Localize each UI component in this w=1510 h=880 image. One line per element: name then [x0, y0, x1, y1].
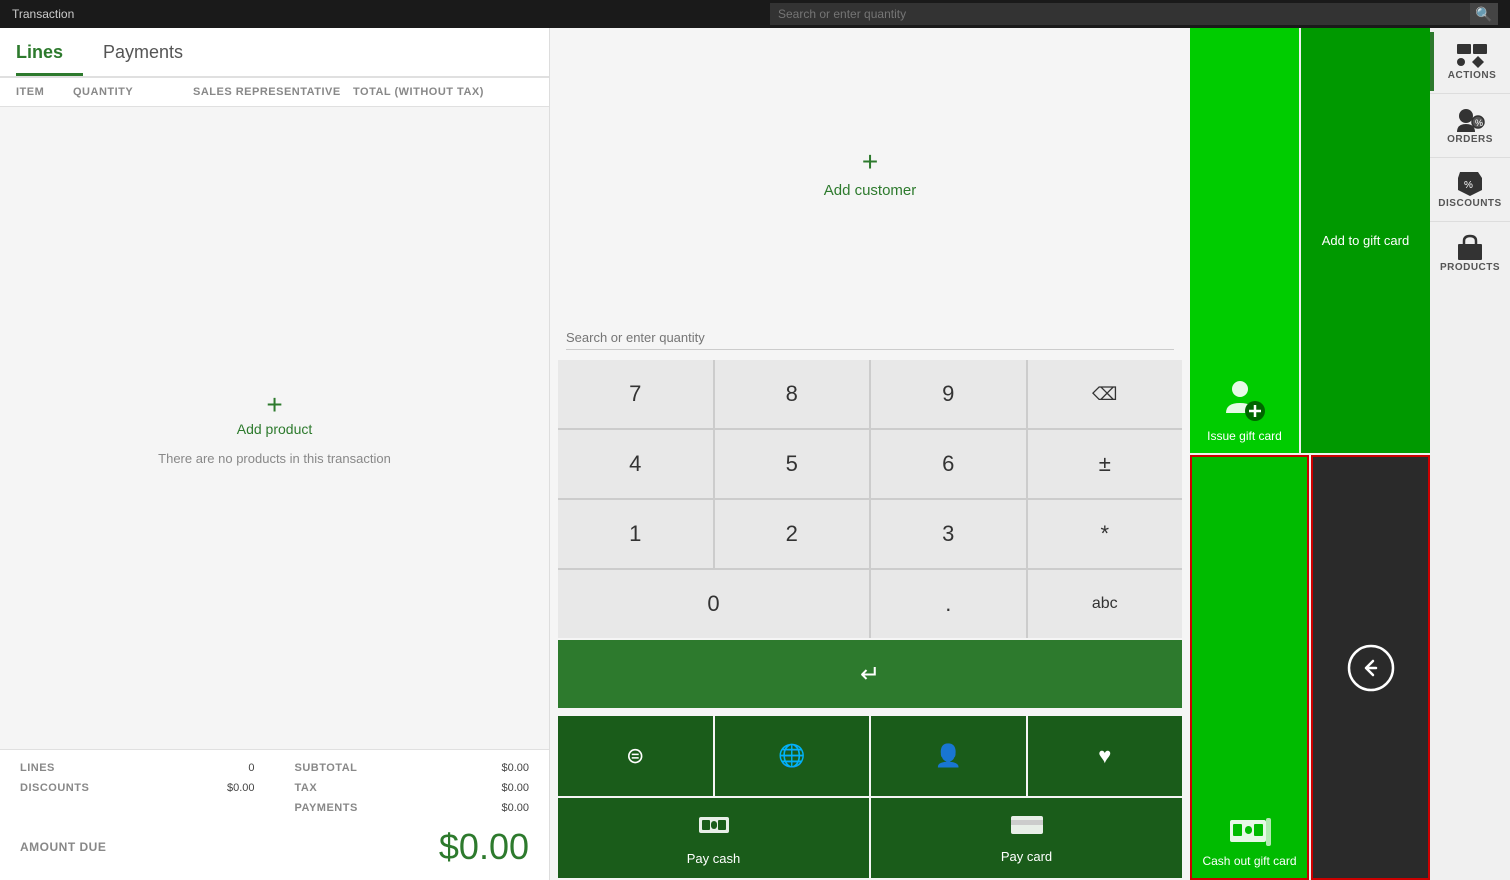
globe-icon: 🌐	[778, 743, 805, 769]
subtotal-label: SUBTOTAL	[295, 762, 358, 774]
numpad-9[interactable]: 9	[871, 360, 1026, 428]
add-customer-button[interactable]: + Add customer	[824, 146, 917, 199]
right-panel-top: Issue gift card Add to gift card	[1190, 28, 1510, 880]
numpad-enter[interactable]: ↵	[558, 640, 1182, 708]
numpad-2[interactable]: 2	[715, 500, 870, 568]
card-icon	[1010, 813, 1044, 843]
add-product-label: Add product	[237, 421, 313, 437]
discounts-icon: %	[1454, 170, 1486, 198]
back-arrow-icon	[1346, 643, 1396, 693]
payments-value: $0.00	[501, 802, 529, 814]
col-sales-rep: SALES REPRESENTATIVE	[193, 86, 353, 98]
tax-value: $0.00	[501, 782, 529, 794]
subtotal-value: $0.00	[501, 762, 529, 774]
numpad-6[interactable]: 6	[871, 430, 1026, 498]
actions-icon	[1456, 42, 1488, 70]
actions-label: ACTIONS	[1448, 70, 1497, 81]
products-icon	[1454, 234, 1486, 262]
numpad-dot[interactable]: .	[871, 570, 1026, 638]
payment-btn-globe[interactable]: 🌐	[715, 716, 870, 796]
payment-btn-heart[interactable]: ♥	[1028, 716, 1183, 796]
products-item[interactable]: PRODUCTS	[1430, 224, 1510, 283]
payment-btn-equals[interactable]: ⊜	[558, 716, 713, 796]
add-customer-icon: +	[862, 146, 878, 178]
person-icon: 👤	[935, 743, 962, 769]
issue-gift-card-button[interactable]: Issue gift card	[1190, 28, 1299, 453]
no-products-text: There are no products in this transactio…	[158, 451, 391, 466]
col-item: ITEM	[16, 86, 73, 98]
numpad-plusminus[interactable]: ±	[1028, 430, 1183, 498]
amount-due-label: AMOUNT DUE	[20, 840, 106, 854]
top-bar: Transaction 🔍	[0, 0, 1510, 28]
actions-item[interactable]: ACTIONS	[1430, 32, 1510, 91]
summary-bar: LINES 0 DISCOUNTS $0.00 SUBTOTAL $0.00 T…	[0, 749, 549, 880]
cash-icon	[697, 811, 731, 845]
svg-text:%: %	[1475, 118, 1483, 128]
discounts-label: DISCOUNTS	[1438, 198, 1501, 209]
table-header: ITEM QUANTITY SALES REPRESENTATIVE TOTAL…	[0, 78, 549, 107]
tax-label: TAX	[295, 782, 318, 794]
tab-lines[interactable]: Lines	[16, 28, 83, 76]
payment-btn-person[interactable]: 👤	[871, 716, 1026, 796]
orders-label: ORDERS	[1447, 134, 1493, 145]
app-title: Transaction	[12, 7, 74, 21]
payments-label: PAYMENTS	[295, 802, 358, 814]
numpad-backspace[interactable]: ⌫	[1028, 360, 1183, 428]
middle-panel: + Add customer 7 8 9 ⌫ 4 5 6 ± 1 2 3 * 0…	[550, 28, 1190, 880]
top-search-input[interactable]	[770, 3, 1470, 25]
add-customer-label: Add customer	[824, 182, 917, 199]
numpad-7[interactable]: 7	[558, 360, 713, 428]
numpad: 7 8 9 ⌫ 4 5 6 ± 1 2 3 * 0 . abc	[558, 360, 1182, 638]
products-label: PRODUCTS	[1440, 262, 1500, 273]
pay-card-label: Pay card	[1001, 849, 1052, 864]
cash-out-icon	[1228, 814, 1272, 850]
add-product-button[interactable]: + Add product	[237, 391, 313, 437]
svg-text:%: %	[1464, 180, 1473, 191]
discounts-item[interactable]: % DISCOUNTS	[1430, 160, 1510, 219]
equals-icon: ⊜	[626, 743, 644, 769]
right-panel: Issue gift card Add to gift card	[1190, 28, 1510, 880]
orders-item[interactable]: % ORDERS	[1430, 96, 1510, 155]
transaction-area: + Add product There are no products in t…	[0, 107, 549, 749]
add-product-icon: +	[266, 391, 282, 419]
lines-label: LINES	[20, 762, 55, 774]
payment-row2: Pay cash Pay card	[558, 798, 1182, 878]
customer-area: + Add customer	[550, 28, 1190, 316]
col-total: TOTAL (WITHOUT TAX)	[353, 86, 533, 98]
amount-due-value: $0.00	[439, 826, 529, 868]
cash-out-gift-card-label: Cash out gift card	[1202, 854, 1296, 868]
pay-cash-button[interactable]: Pay cash	[558, 798, 869, 878]
numpad-3[interactable]: 3	[871, 500, 1026, 568]
left-panel: Lines Payments ITEM QUANTITY SALES REPRE…	[0, 28, 550, 880]
quantity-search-input[interactable]	[566, 326, 1174, 350]
payment-row1: ⊜ 🌐 👤 ♥	[558, 716, 1182, 796]
orders-icon: %	[1454, 106, 1486, 134]
discounts-value: $0.00	[227, 782, 255, 794]
numpad-multiply[interactable]: *	[1028, 500, 1183, 568]
cash-out-gift-card-button[interactable]: Cash out gift card	[1190, 455, 1309, 880]
check-gift-card-button[interactable]	[1311, 455, 1430, 880]
pay-card-button[interactable]: Pay card	[871, 798, 1182, 878]
numpad-0[interactable]: 0	[558, 570, 869, 638]
numpad-4[interactable]: 4	[558, 430, 713, 498]
main-layout: Lines Payments ITEM QUANTITY SALES REPRE…	[0, 28, 1510, 880]
actions-panel: ACTIONS % ORDERS	[1430, 28, 1510, 880]
search-button[interactable]: 🔍	[1470, 3, 1498, 25]
heart-icon: ♥	[1098, 743, 1111, 769]
search-bar-area	[550, 316, 1190, 360]
pay-cash-label: Pay cash	[687, 851, 740, 866]
lines-value: 0	[248, 762, 254, 774]
numpad-1[interactable]: 1	[558, 500, 713, 568]
col-quantity: QUANTITY	[73, 86, 193, 98]
numpad-8[interactable]: 8	[715, 360, 870, 428]
issue-gift-card-label: Issue gift card	[1207, 429, 1282, 443]
tabs: Lines Payments	[0, 28, 549, 78]
discounts-label: DISCOUNTS	[20, 782, 89, 794]
numpad-5[interactable]: 5	[715, 430, 870, 498]
tab-payments[interactable]: Payments	[103, 28, 203, 76]
add-to-gift-card-button[interactable]: Add to gift card	[1301, 28, 1430, 453]
add-to-gift-card-label: Add to gift card	[1322, 233, 1409, 248]
issue-gift-card-icon	[1220, 375, 1270, 425]
numpad-abc[interactable]: abc	[1028, 570, 1183, 638]
